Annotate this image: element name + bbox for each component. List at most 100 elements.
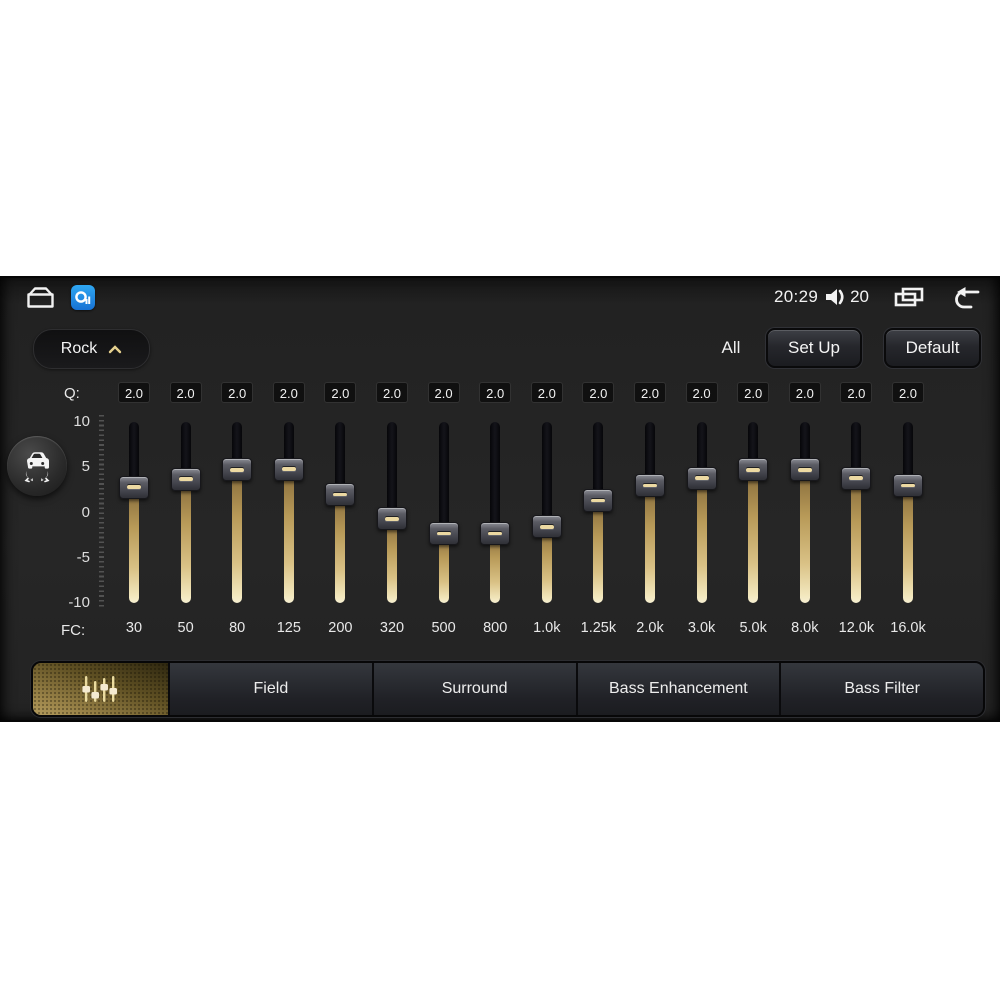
gain-slider-track[interactable] (851, 422, 862, 603)
gain-slider-fill (748, 469, 759, 603)
gain-slider-track[interactable] (645, 422, 655, 603)
gain-slider-fill (593, 500, 604, 603)
back-icon[interactable] (951, 285, 984, 309)
q-value-box[interactable]: 2.0 (737, 382, 770, 403)
gain-slider-track[interactable] (799, 422, 810, 603)
gain-slider-handle[interactable] (428, 521, 459, 545)
fc-row-label: FC: (61, 622, 86, 639)
gain-slider-track[interactable] (490, 422, 501, 603)
handle-dash (230, 468, 245, 472)
bottom-tab-bar: Field Surround Bass Enhancement Bass Filter (31, 661, 985, 717)
gain-slider-track[interactable] (748, 422, 759, 603)
gain-slider-fill (541, 526, 552, 603)
gain-slider-fill (903, 485, 913, 603)
gain-slider-fill (696, 478, 707, 603)
gain-slider-handle[interactable] (841, 466, 872, 490)
tab-bass-filter[interactable]: Bass Filter (781, 663, 983, 715)
gain-slider-track[interactable] (438, 422, 449, 603)
q-value-box[interactable]: 2.0 (221, 382, 254, 403)
q-value-box[interactable]: 2.0 (169, 382, 202, 403)
gain-slider-fill (387, 518, 397, 603)
gain-slider-track[interactable] (541, 422, 552, 603)
q-value-box[interactable]: 2.0 (272, 382, 305, 403)
gain-slider-track[interactable] (283, 422, 294, 603)
handle-dash (797, 468, 812, 472)
handle-dash (849, 476, 864, 480)
gain-axis-label: -10 (68, 594, 90, 611)
q-value-box[interactable]: 2.0 (582, 382, 615, 403)
gain-slider-handle[interactable] (531, 515, 562, 539)
q-value-box[interactable]: 2.0 (634, 382, 666, 403)
gain-slider-handle[interactable] (119, 475, 149, 499)
gain-axis-label: -5 (76, 548, 90, 566)
equalizer-sliders-icon (78, 672, 124, 706)
gain-slider-handle[interactable] (170, 467, 201, 491)
handle-dash (385, 517, 399, 521)
gain-slider-handle[interactable] (738, 458, 769, 482)
handle-dash (643, 483, 657, 488)
handle-dash (436, 531, 451, 536)
q-value-box[interactable]: 2.0 (892, 382, 924, 403)
preset-dropdown[interactable]: Rock (33, 329, 150, 369)
gain-slider-fill (645, 485, 655, 603)
gain-slider-fill (335, 494, 346, 603)
gain-slider-track[interactable] (335, 422, 346, 603)
handle-dash (694, 476, 709, 480)
home-icon[interactable] (24, 285, 57, 310)
gain-slider-handle[interactable] (686, 466, 717, 490)
chevron-up-icon (108, 344, 122, 354)
handle-dash (591, 498, 606, 503)
handle-dash (539, 525, 554, 529)
gain-slider-handle[interactable] (325, 482, 356, 506)
q-row-label: Q: (64, 385, 80, 402)
gain-slider-handle[interactable] (222, 458, 253, 482)
handle-dash (178, 477, 193, 481)
q-value-box[interactable]: 2.0 (788, 382, 821, 403)
gain-slider-handle[interactable] (377, 507, 407, 531)
q-value-box[interactable]: 2.0 (840, 382, 873, 403)
handle-dash (746, 468, 761, 472)
tab-field[interactable]: Field (170, 663, 374, 715)
recent-apps-icon[interactable] (893, 286, 925, 309)
gain-slider-track[interactable] (903, 422, 913, 603)
q-value-box[interactable]: 2.0 (324, 382, 357, 403)
gain-slider-fill (851, 478, 862, 603)
handle-dash (901, 483, 915, 488)
gain-slider-track[interactable] (696, 422, 707, 603)
gain-slider-handle[interactable] (480, 521, 511, 545)
gain-slider-track[interactable] (129, 422, 139, 603)
gain-slider-fill (283, 469, 294, 603)
handle-dash (488, 531, 503, 536)
setup-button[interactable]: Set Up (766, 328, 862, 368)
gain-slider-track[interactable] (180, 422, 191, 603)
tab-bass-enhancement[interactable]: Bass Enhancement (577, 663, 782, 715)
gain-slider-handle[interactable] (789, 458, 820, 482)
clock: 20:29 (774, 287, 819, 306)
q-value-box[interactable]: 2.0 (118, 382, 150, 403)
volume-level: 20 (850, 287, 869, 306)
equalizer-screen: 20:29 20 Rock All Set Up Default Q: FC: … (0, 276, 1000, 722)
default-button[interactable]: Default (884, 328, 981, 368)
status-bar: 20:29 20 (0, 278, 1000, 316)
gain-slider-fill (180, 479, 191, 603)
car-rotate-icon[interactable] (7, 436, 67, 496)
app-icon[interactable] (71, 285, 95, 310)
fc-value: 16.0k (890, 620, 926, 636)
tab-equalizer[interactable] (33, 663, 170, 715)
gain-slider-handle[interactable] (635, 473, 665, 497)
q-value-box[interactable]: 2.0 (685, 382, 718, 403)
tab-surround[interactable]: Surround (373, 663, 578, 715)
gain-slider-handle[interactable] (273, 457, 304, 481)
q-value-box[interactable]: 2.0 (427, 382, 460, 403)
q-value-box[interactable]: 2.0 (376, 382, 408, 403)
gain-slider-handle[interactable] (893, 473, 923, 497)
q-value-box[interactable]: 2.0 (479, 382, 512, 403)
gain-slider-fill (232, 469, 243, 603)
gain-slider-handle[interactable] (583, 489, 614, 513)
q-value-box[interactable]: 2.0 (530, 382, 563, 403)
gain-slider-track[interactable] (232, 422, 243, 603)
gain-tick-ruler (99, 415, 104, 610)
gain-slider-track[interactable] (593, 422, 604, 603)
all-label: All (721, 338, 741, 357)
handle-dash (333, 492, 348, 497)
